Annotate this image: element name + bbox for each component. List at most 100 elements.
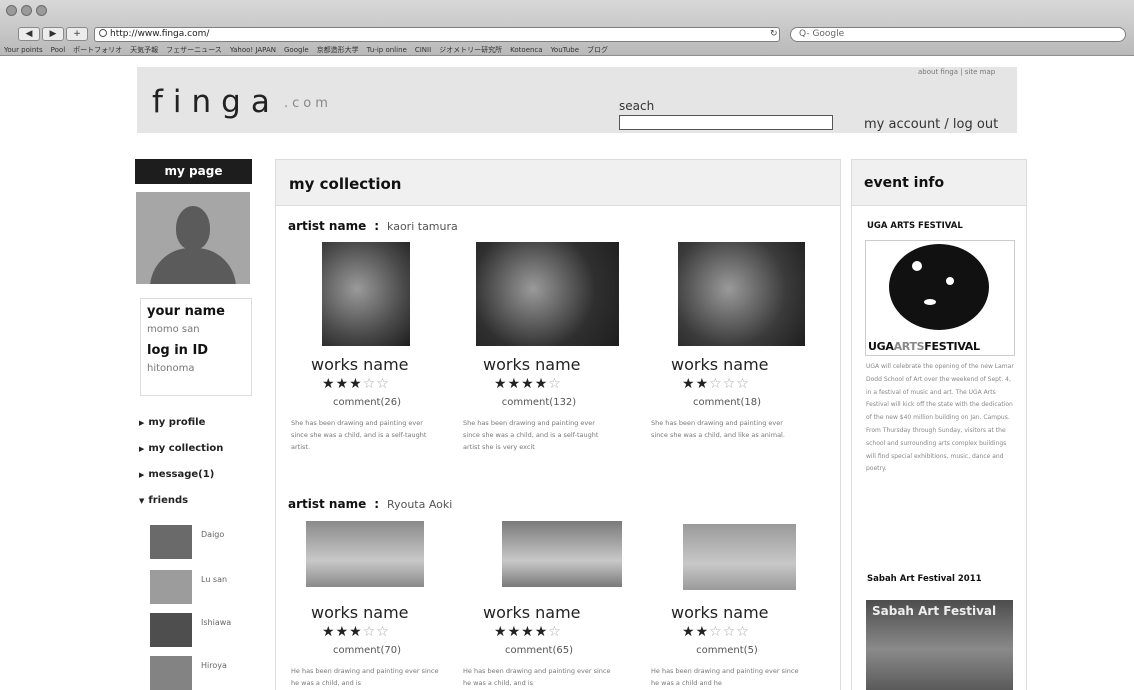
works-name-label[interactable]: works name <box>483 603 595 622</box>
artist-name[interactable]: kaori tamura <box>387 220 458 233</box>
works-name-label[interactable]: works name <box>311 603 423 622</box>
search-input[interactable] <box>619 115 833 130</box>
bookmark-item[interactable]: フェザーニュース <box>166 46 222 54</box>
star-empty-icon[interactable]: ☆ <box>548 376 562 392</box>
comment-count-link[interactable]: comment(65) <box>483 645 595 656</box>
star-empty-icon[interactable]: ☆ <box>723 376 737 392</box>
bookmark-item[interactable]: 天気予報 <box>130 46 158 54</box>
bookmark-item[interactable]: Tu-ip online <box>367 46 407 54</box>
bookmark-item[interactable]: YouTube <box>551 46 579 54</box>
artist-name[interactable]: Ryouta Aoki <box>387 498 452 511</box>
browser-search-field[interactable]: Q- Google <box>790 27 1126 42</box>
forward-button[interactable]: ▶ <box>42 27 64 41</box>
star-filled-icon[interactable]: ★ <box>682 376 696 392</box>
nav-my-profile[interactable]: ▶ my profile <box>139 417 259 443</box>
event2-title[interactable]: Sabah Art Festival 2011 <box>867 574 982 584</box>
bookmark-item[interactable]: CINII <box>415 46 431 54</box>
works-name-label[interactable]: works name <box>483 355 595 374</box>
bookmark-item[interactable]: ブログ <box>587 46 608 54</box>
star-empty-icon[interactable]: ☆ <box>709 624 723 640</box>
my-page-button[interactable]: my page <box>135 159 252 184</box>
star-filled-icon[interactable]: ★ <box>336 376 350 392</box>
friend-item[interactable]: Lu san <box>150 570 270 606</box>
works-name-label[interactable]: works name <box>671 355 783 374</box>
account-links[interactable]: my account / log out <box>864 117 998 132</box>
event2-poster[interactable]: Sabah Art Festival <box>866 600 1013 690</box>
works-name-label[interactable]: works name <box>671 603 783 622</box>
rating-stars[interactable]: ★★★★☆ <box>494 376 562 392</box>
rating-stars[interactable]: ★★☆☆☆ <box>682 376 750 392</box>
star-filled-icon[interactable]: ★ <box>322 376 336 392</box>
rating-stars[interactable]: ★★★★☆ <box>494 624 562 640</box>
reload-icon[interactable]: ↻ <box>770 29 778 39</box>
star-empty-icon[interactable]: ☆ <box>376 376 390 392</box>
comment-count-link[interactable]: comment(26) <box>311 397 423 408</box>
star-empty-icon[interactable]: ☆ <box>723 624 737 640</box>
add-bookmark-button[interactable]: + <box>66 27 88 41</box>
friend-item[interactable]: Daigo <box>150 525 270 561</box>
friend-item[interactable]: Hiroya <box>150 656 270 690</box>
works-name-label[interactable]: works name <box>311 355 423 374</box>
artwork-thumbnail[interactable] <box>678 242 805 346</box>
star-empty-icon[interactable]: ☆ <box>363 376 377 392</box>
star-filled-icon[interactable]: ★ <box>349 624 363 640</box>
star-filled-icon[interactable]: ★ <box>535 624 549 640</box>
nav-friends[interactable]: ▼ friends <box>139 495 259 521</box>
artwork-thumbnail[interactable] <box>683 524 796 590</box>
nav-message[interactable]: ▶ message(1) <box>139 469 259 495</box>
site-logo[interactable]: finga <box>152 84 280 120</box>
bookmark-item[interactable]: ポートフォリオ <box>73 46 122 54</box>
back-button[interactable]: ◀ <box>18 27 40 41</box>
star-filled-icon[interactable]: ★ <box>521 624 535 640</box>
star-filled-icon[interactable]: ★ <box>696 624 710 640</box>
event-panel-title: event info <box>864 175 945 191</box>
nav-label: friends <box>148 495 189 506</box>
profile-box: your name momo san log in ID hitonoma <box>140 298 252 396</box>
comment-count-link[interactable]: comment(5) <box>671 645 783 656</box>
star-empty-icon[interactable]: ☆ <box>548 624 562 640</box>
close-window-button[interactable] <box>6 5 17 16</box>
star-filled-icon[interactable]: ★ <box>535 376 549 392</box>
about-links[interactable]: about finga | site map <box>918 68 995 76</box>
zoom-window-button[interactable] <box>36 5 47 16</box>
star-filled-icon[interactable]: ★ <box>508 624 522 640</box>
event1-poster[interactable]: UGAARTSFESTIVAL <box>865 240 1015 356</box>
artwork-thumbnail[interactable] <box>322 242 410 346</box>
bookmark-item[interactable]: ジオメトリー研究所 <box>439 46 502 54</box>
nav-my-collection[interactable]: ▶ my collection <box>139 443 259 469</box>
star-filled-icon[interactable]: ★ <box>682 624 696 640</box>
star-filled-icon[interactable]: ★ <box>336 624 350 640</box>
rating-stars[interactable]: ★★☆☆☆ <box>682 624 750 640</box>
friend-item[interactable]: Ishiawa <box>150 613 270 649</box>
event1-title[interactable]: UGA ARTS FESTIVAL <box>867 221 963 231</box>
artwork-thumbnail[interactable] <box>502 521 622 587</box>
bookmark-item[interactable]: Google <box>284 46 309 54</box>
star-filled-icon[interactable]: ★ <box>521 376 535 392</box>
star-empty-icon[interactable]: ☆ <box>363 624 377 640</box>
star-empty-icon[interactable]: ☆ <box>709 376 723 392</box>
star-empty-icon[interactable]: ☆ <box>376 624 390 640</box>
comment-count-link[interactable]: comment(132) <box>483 397 595 408</box>
minimize-window-button[interactable] <box>21 5 32 16</box>
star-empty-icon[interactable]: ☆ <box>736 376 750 392</box>
rating-stars[interactable]: ★★★☆☆ <box>322 376 390 392</box>
bookmark-item[interactable]: 京都造形大学 <box>317 46 359 54</box>
star-filled-icon[interactable]: ★ <box>494 624 508 640</box>
bookmark-item[interactable]: Pool <box>51 46 65 54</box>
comment-count-link[interactable]: comment(18) <box>671 397 783 408</box>
artwork-thumbnail[interactable] <box>476 242 619 346</box>
bookmark-item[interactable]: Kotoenca <box>510 46 542 54</box>
star-filled-icon[interactable]: ★ <box>322 624 336 640</box>
rating-stars[interactable]: ★★★☆☆ <box>322 624 390 640</box>
star-filled-icon[interactable]: ★ <box>494 376 508 392</box>
star-filled-icon[interactable]: ★ <box>508 376 522 392</box>
star-filled-icon[interactable]: ★ <box>696 376 710 392</box>
comment-count-link[interactable]: comment(70) <box>311 645 423 656</box>
bookmark-item[interactable]: Your points <box>4 46 43 54</box>
nav-buttons: ◀ ▶ + <box>18 27 88 41</box>
bookmark-item[interactable]: Yahoo! JAPAN <box>230 46 276 54</box>
artwork-thumbnail[interactable] <box>306 521 424 587</box>
star-filled-icon[interactable]: ★ <box>349 376 363 392</box>
address-bar[interactable]: http://www.finga.com/ <box>94 27 780 42</box>
star-empty-icon[interactable]: ☆ <box>736 624 750 640</box>
